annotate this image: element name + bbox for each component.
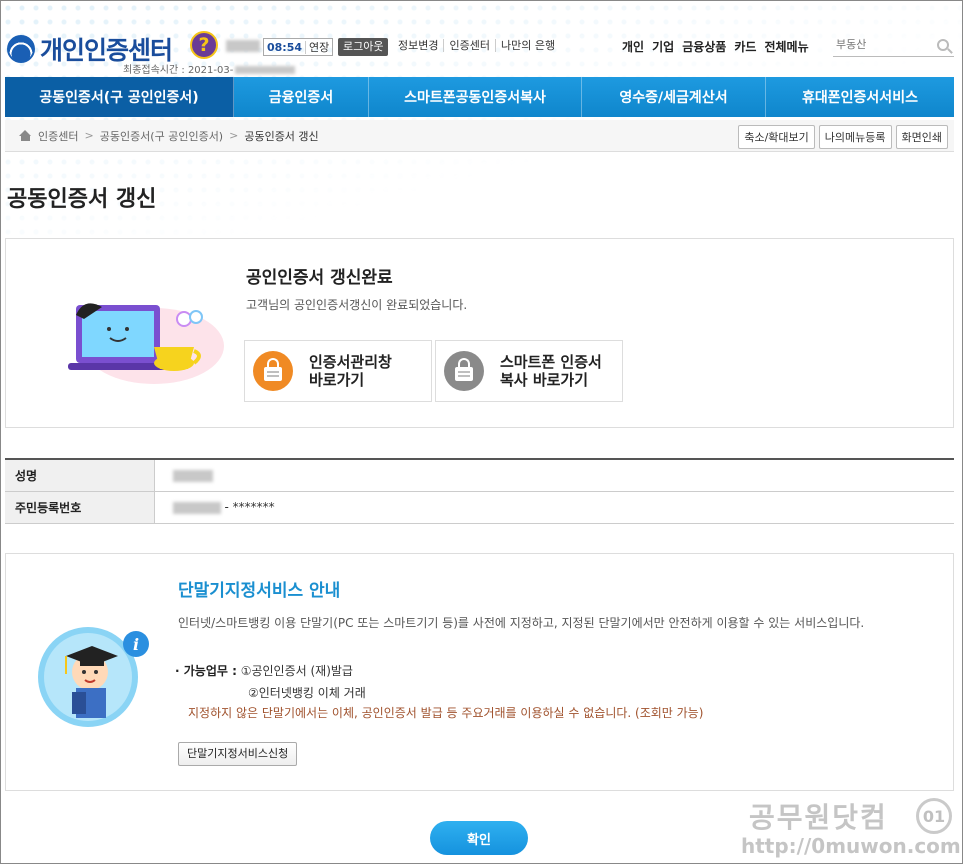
search-input[interactable] [833, 38, 933, 51]
table-row: 성명 [5, 459, 954, 492]
graduate-illustration-icon: i [38, 627, 149, 727]
last-access-value: 2021-03- [187, 65, 234, 76]
home-icon[interactable] [19, 130, 32, 141]
smartphone-copy-button[interactable]: 스마트폰 인증서 복사 바로가기 [435, 340, 623, 402]
top-links: 정보변경 인증센터 나만의 은행 [398, 39, 560, 52]
gnb-card[interactable]: 카드 [734, 38, 756, 55]
global-nav: 개인 기업 금융상품 카드 전체메뉴 [622, 38, 817, 55]
cert-manage-label: 인증서관리창 바로가기 [309, 353, 392, 389]
smartphone-copy-label: 스마트폰 인증서 복사 바로가기 [500, 353, 602, 389]
service-warning: 지정하지 않은 단말기에서는 이체, 공인인증서 발급 등 주요거래를 이용하실… [188, 706, 704, 720]
confirm-button[interactable]: 확인 [430, 821, 528, 855]
search-box [833, 33, 954, 57]
name-value [154, 459, 954, 492]
duty-item: ②인터넷뱅킹 이체 거래 [248, 686, 366, 700]
header: 개인인증센터 ? 08:54 연장 로그아웃 정보변경 인증센터 나만의 은행 … [1, 1, 963, 77]
breadcrumb-buttons: 축소/확대보기 나의메뉴등록 화면인쇄 [734, 125, 948, 149]
service-description: 인터넷/스마트뱅킹 이용 단말기(PC 또는 스마트기기 등)를 사전에 지정하… [178, 616, 865, 630]
device-service-panel: i 단말기지정서비스 안내 인터넷/스마트뱅킹 이용 단말기(PC 또는 스마트… [5, 553, 954, 791]
gnb-all-menu[interactable]: 전체메뉴 [764, 38, 808, 55]
duties-label: 가능업무 : [183, 664, 237, 678]
link-info-change[interactable]: 정보변경 [398, 39, 443, 52]
tab-joint-cert[interactable]: 공동인증서(구 공인인증서) [5, 77, 234, 117]
gnb-products[interactable]: 금융상품 [682, 38, 726, 55]
cert-manage-button[interactable]: 인증서관리창 바로가기 [244, 340, 432, 402]
logout-button[interactable]: 로그아웃 [338, 38, 389, 56]
help-icon[interactable]: ? [190, 31, 218, 59]
tab-finance-cert[interactable]: 금융인증서 [234, 77, 369, 117]
zoom-button[interactable]: 축소/확대보기 [738, 125, 815, 149]
tab-phone-cert[interactable]: 휴대폰인증서서비스 [766, 77, 954, 117]
breadcrumb-bar: 인증센터 > 공동인증서(구 공인인증서) > 공동인증서 갱신 축소/확대보기… [5, 120, 954, 152]
watermark-badge-icon: 01 [916, 798, 952, 834]
rrn-value: - ******* [154, 491, 954, 524]
extend-button[interactable]: 연장 [306, 39, 332, 55]
breadcrumb-item[interactable]: 인증센터 [38, 128, 78, 144]
completion-panel: 공인인증서 갱신완료 고객님의 공인인증서갱신이 완료되었습니다. 인증서관리창… [5, 238, 954, 428]
user-info-table: 성명 주민등록번호 - ******* [5, 458, 954, 524]
completion-description: 고객님의 공인인증서갱신이 완료되었습니다. [246, 298, 468, 312]
breadcrumb-separator: > [84, 129, 94, 142]
gnb-business[interactable]: 기업 [652, 38, 674, 55]
tab-smartphone-copy[interactable]: 스마트폰공동인증서복사 [369, 77, 582, 117]
lock-icon [444, 351, 484, 391]
last-access-masked [235, 66, 296, 74]
service-title: 단말기지정서비스 안내 [178, 581, 341, 601]
logo-mark-icon [7, 35, 35, 63]
session-timer: 08:54 연장 [263, 38, 334, 56]
main-nav: 공동인증서(구 공인인증서) 금융인증서 스마트폰공동인증서복사 영수증/세금계… [5, 77, 954, 117]
rrn-label: 주민등록번호 [5, 491, 155, 524]
page-title: 공동인증서 갱신 [7, 187, 157, 212]
lock-icon [253, 351, 293, 391]
table-row: 주민등록번호 - ******* [5, 491, 954, 524]
last-access: 최종접속시간 : 2021-03- [123, 61, 296, 76]
duties-bullet: · [175, 664, 184, 678]
service-duties: · 가능업무 : ①공인인증서 (재)발급 ②인터넷뱅킹 이체 거래 [175, 660, 366, 704]
laptop-illustration-icon [68, 303, 224, 384]
timer-value: 08:54 [264, 40, 307, 54]
breadcrumb: 인증센터 > 공동인증서(구 공인인증서) > 공동인증서 갱신 [19, 128, 319, 144]
print-button[interactable]: 화면인쇄 [895, 125, 948, 149]
svg-text:i: i [133, 635, 139, 654]
breadcrumb-current: 공동인증서 갱신 [244, 129, 319, 143]
duty-item: ①공인인증서 (재)발급 [240, 664, 353, 678]
last-access-label: 최종접속시간 : [123, 65, 185, 76]
breadcrumb-item[interactable]: 공동인증서(구 공인인증서) [100, 128, 223, 144]
link-my-bank[interactable]: 나만의 은행 [494, 39, 560, 52]
gnb-personal[interactable]: 개인 [622, 38, 644, 55]
search-icon[interactable] [937, 38, 949, 51]
completion-title: 공인인증서 갱신완료 [246, 268, 393, 288]
name-label: 성명 [5, 459, 155, 492]
user-name-masked [226, 40, 260, 52]
breadcrumb-separator: > [229, 129, 239, 142]
link-cert-center[interactable]: 인증센터 [443, 39, 494, 52]
add-my-menu-button[interactable]: 나의메뉴등록 [818, 125, 892, 149]
tab-receipt[interactable]: 영수증/세금계산서 [582, 77, 766, 117]
device-service-apply-button[interactable]: 단말기지정서비스신청 [178, 742, 298, 766]
